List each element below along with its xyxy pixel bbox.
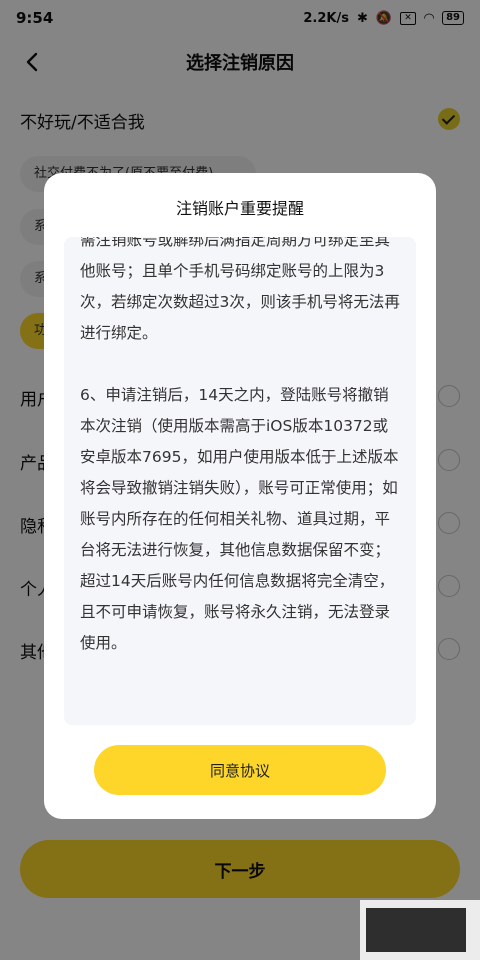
- dialog-title: 注销账户重要提醒: [175, 199, 304, 218]
- thumbnail-preview: [366, 908, 466, 952]
- account-deletion-reminder-dialog: 注销账户重要提醒 需注销账号或解绑后满指定周期方可绑定至其他账号；且单个手机号码…: [44, 173, 436, 819]
- agree-button[interactable]: 同意协议: [94, 745, 386, 795]
- dialog-scroll-area[interactable]: 需注销账号或解绑后满指定周期方可绑定至其他账号；且单个手机号码绑定账号的上限为3…: [64, 237, 416, 725]
- screenshot-thumbnail[interactable]: [360, 900, 480, 960]
- dialog-body-text: 需注销账号或解绑后满指定周期方可绑定至其他账号；且单个手机号码绑定账号的上限为3…: [80, 237, 400, 652]
